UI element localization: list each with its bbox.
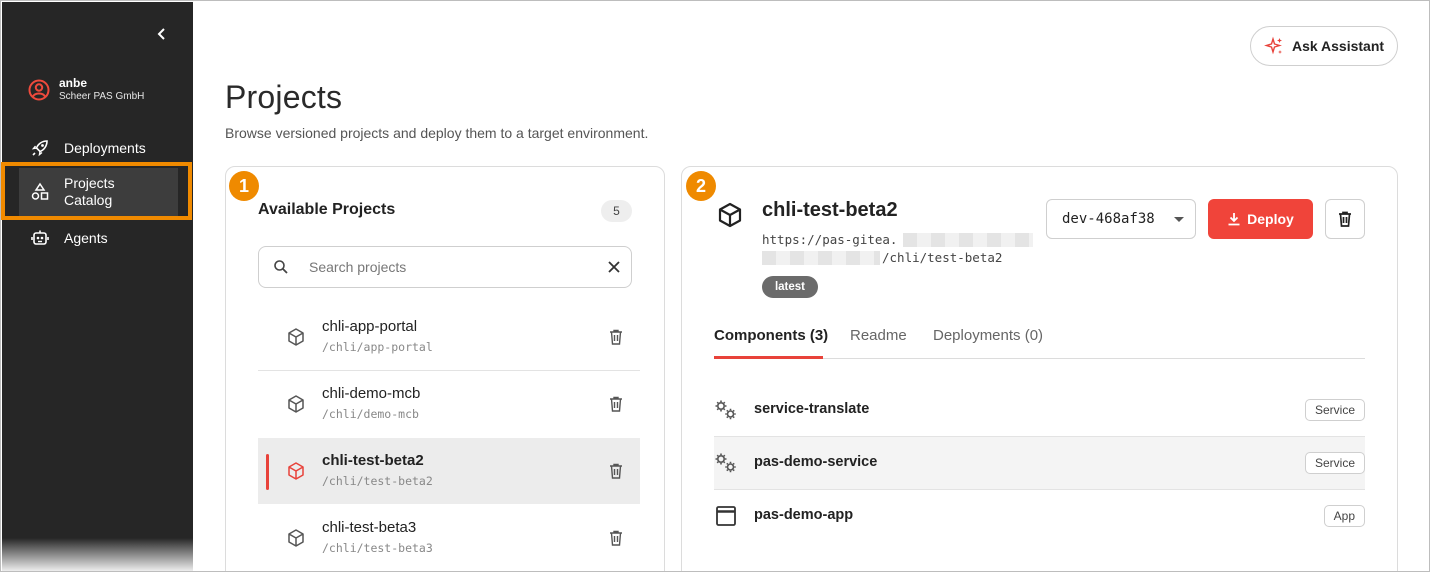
version-select-value: dev-468af38 xyxy=(1062,211,1155,227)
trash-icon[interactable] xyxy=(608,462,624,480)
project-detail-name: chli-test-beta2 xyxy=(762,199,898,221)
gears-icon xyxy=(715,453,736,473)
user-profile[interactable]: anbe Scheer PAS GmbH xyxy=(28,76,144,104)
trash-icon[interactable] xyxy=(608,328,624,346)
project-name: chli-app-portal xyxy=(322,318,418,335)
redacted-region xyxy=(903,233,1033,247)
search-icon xyxy=(274,260,288,274)
version-tag: latest xyxy=(762,276,818,298)
component-row[interactable]: service-translate Service xyxy=(714,384,1365,436)
component-row[interactable]: pas-demo-service Service xyxy=(714,437,1365,489)
list-item[interactable]: chli-app-portal /chli/app-portal xyxy=(258,304,640,370)
projects-count-badge: 5 xyxy=(601,200,632,222)
search-input[interactable] xyxy=(309,259,599,275)
component-type-badge: Service xyxy=(1304,452,1365,474)
list-item-selected[interactable]: chli-test-beta2 /chli/test-beta2 xyxy=(258,438,640,504)
selection-indicator xyxy=(266,454,269,490)
user-circle-icon xyxy=(28,79,50,101)
project-path: /chli/demo-mcb xyxy=(322,407,419,421)
list-item[interactable]: chli-test-beta3 /chli/test-beta3 xyxy=(258,505,640,571)
version-select[interactable]: dev-468af38 xyxy=(1046,199,1196,239)
component-name: service-translate xyxy=(754,401,870,417)
ask-assistant-label: Ask Assistant xyxy=(1291,38,1385,54)
component-row[interactable]: pas-demo-app App xyxy=(714,490,1365,542)
step-marker-1: 1 xyxy=(229,171,259,201)
caret-down-icon xyxy=(1174,217,1184,222)
app-window: anbe Scheer PAS GmbH Deployments Project… xyxy=(0,0,1430,572)
tab-components[interactable]: Components (3) xyxy=(714,327,828,344)
robot-icon xyxy=(30,228,50,248)
cube-icon xyxy=(288,462,304,480)
active-tab-indicator xyxy=(714,356,823,359)
list-item[interactable]: chli-demo-mcb /chli/demo-mcb xyxy=(258,371,640,437)
search-box xyxy=(258,246,632,288)
project-name: chli-demo-mcb xyxy=(322,385,421,402)
ask-assistant-button[interactable]: Ask Assistant xyxy=(1250,26,1398,66)
sidebar-item-projects-catalog[interactable]: Projects Catalog xyxy=(19,168,178,216)
page-subtitle: Browse versioned projects and deploy the… xyxy=(225,125,649,141)
delete-project-button[interactable] xyxy=(1325,199,1365,239)
cube-icon xyxy=(288,529,304,547)
project-name: chli-test-beta2 xyxy=(322,452,424,469)
close-icon[interactable] xyxy=(607,260,621,274)
tab-deployments[interactable]: Deployments (0) xyxy=(933,327,1043,344)
window-icon xyxy=(716,506,736,526)
component-name: pas-demo-app xyxy=(754,507,854,523)
gears-icon xyxy=(715,400,736,420)
cube-icon xyxy=(288,328,304,346)
tab-readme[interactable]: Readme xyxy=(850,327,907,344)
cube-icon xyxy=(718,202,742,228)
sidebar-item-agents[interactable]: Agents xyxy=(19,225,178,251)
sparkle-icon xyxy=(1264,36,1282,55)
trash-icon[interactable] xyxy=(608,395,624,413)
sidebar-item-label: Projects Catalog xyxy=(64,175,115,208)
deploy-label: Deploy xyxy=(1247,211,1294,227)
project-path: /chli/test-beta3 xyxy=(322,541,433,555)
available-projects-title: Available Projects xyxy=(258,201,396,218)
trash-icon[interactable] xyxy=(608,529,624,547)
download-icon xyxy=(1228,213,1240,226)
page-title: Projects xyxy=(225,79,343,115)
project-name: chli-test-beta3 xyxy=(322,519,417,536)
trash-icon xyxy=(1339,211,1351,227)
deploy-button[interactable]: Deploy xyxy=(1208,199,1313,239)
step-marker-2: 2 xyxy=(686,171,716,201)
sidebar-item-deployments[interactable]: Deployments xyxy=(19,135,178,161)
project-path: /chli/app-portal xyxy=(322,340,433,354)
component-type-badge: Service xyxy=(1304,399,1365,421)
chevron-left-icon xyxy=(157,28,165,40)
shapes-icon xyxy=(30,182,50,202)
user-name: anbe xyxy=(59,76,88,90)
cube-icon xyxy=(288,395,304,413)
collapse-sidebar-button[interactable] xyxy=(152,24,172,44)
sidebar-item-label: Agents xyxy=(64,230,108,246)
sidebar-item-label: Deployments xyxy=(64,140,146,156)
sidebar: anbe Scheer PAS GmbH Deployments Project… xyxy=(2,2,193,571)
user-org: Scheer PAS GmbH xyxy=(59,91,145,102)
rocket-icon xyxy=(30,138,50,158)
project-path: /chli/test-beta2 xyxy=(322,474,433,488)
redacted-region xyxy=(762,251,880,265)
component-type-badge: App xyxy=(1323,505,1365,527)
component-name: pas-demo-service xyxy=(754,454,878,470)
